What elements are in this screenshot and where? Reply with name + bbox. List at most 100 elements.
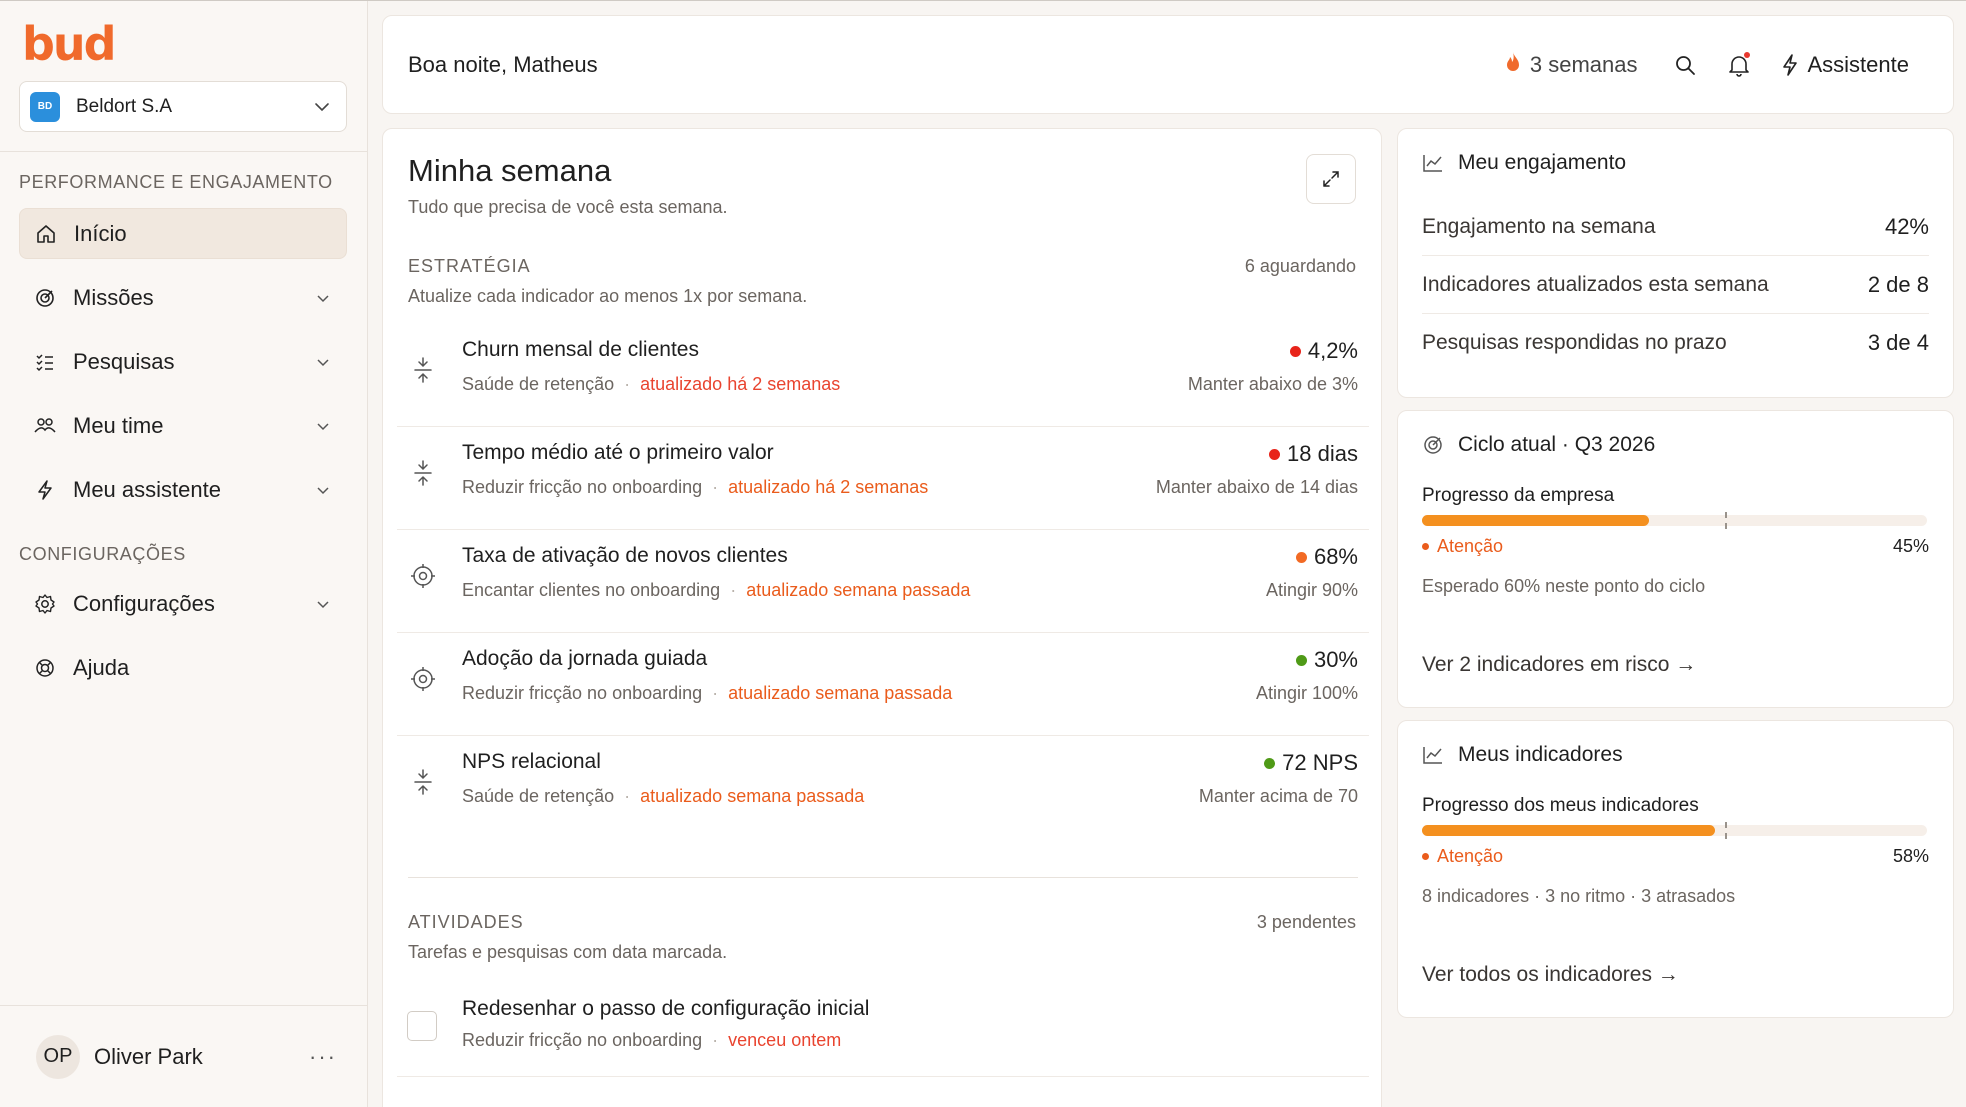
indicator-value: 18 dias — [1269, 441, 1358, 467]
sidebar-item-label: Meu assistente — [73, 476, 221, 502]
section-title-settings: CONFIGURAÇÕES — [19, 544, 186, 564]
bell-icon[interactable] — [1724, 50, 1754, 80]
indicator-row[interactable]: Taxa de ativação de novos clientes Encan… — [397, 530, 1369, 633]
task-checkbox[interactable] — [407, 1011, 437, 1041]
company-status-row: Atenção 45% — [1422, 536, 1929, 557]
indicator-row[interactable]: NPS relacional Saúde de retenção · atualiz… — [397, 736, 1369, 839]
engagement-row: Engajamento na semana 42% — [1422, 198, 1929, 256]
indicator-target: Manter abaixo de 14 dias — [1155, 477, 1358, 497]
task-due: venceu ontem — [728, 1030, 842, 1050]
sidebar-item-meu-time[interactable]: Meu time — [19, 400, 347, 451]
indicator-row[interactable]: Tempo médio até o primeiro valor Reduzir… — [397, 427, 1369, 530]
indicator-value-text: 30% — [1313, 647, 1358, 672]
status-dot — [1289, 345, 1301, 357]
view-at-risk-link[interactable]: Ver 2 indicadores em risco → — [1422, 653, 1696, 677]
status-dot — [1295, 654, 1307, 666]
sidebar-item-label: Meu time — [73, 412, 164, 438]
indicator-row[interactable]: Churn mensal de clientes Saúde de retenç… — [397, 324, 1369, 427]
task-row[interactable]: Redesenhar o passo de configuração inici… — [397, 979, 1369, 1077]
decrease-arrows-icon — [409, 768, 437, 796]
indicator-value: 72 NPS — [1264, 750, 1358, 776]
chart-line-icon — [1423, 155, 1442, 172]
sidebar-item-inicio[interactable]: Início — [19, 208, 347, 259]
sidebar: bud BD Beldort S.A PERFORMANCE E ENGAJAM… — [0, 1, 368, 1107]
engagement-card: Meu engajamento Engajamento na semana 42… — [1397, 128, 1954, 398]
indicator-target: Atingir 100% — [1255, 683, 1358, 703]
strategy-description: Atualize cada indicador ao menos 1x por … — [408, 286, 808, 306]
indicator-updated: atualizado há 2 semanas — [640, 374, 841, 394]
indicators-progress-fill — [1422, 825, 1715, 836]
expected-marker — [1725, 512, 1727, 529]
indicator-meta: Reduzir fricção no onboarding · atualizado… — [462, 477, 929, 497]
my-indicators-card: Meus indicadores Progresso dos meus indi… — [1397, 720, 1954, 1018]
lifebuoy-icon — [33, 656, 57, 680]
sidebar-item-meu-assistente[interactable]: Meu assistente — [19, 464, 347, 515]
status-dot — [1422, 853, 1429, 860]
indicator-context: Encantar clientes no onboarding — [462, 580, 721, 600]
search-icon[interactable] — [1670, 50, 1700, 80]
expand-icon — [1323, 171, 1339, 187]
activities-label: ATIVIDADES — [408, 912, 524, 932]
org-name: Beldort S.A — [76, 95, 173, 117]
strategy-label: ESTRATÉGIA — [408, 256, 531, 276]
cycle-header: Ciclo atual · Q3 2026 — [1422, 433, 1655, 457]
indicator-meta: Encantar clientes no onboarding · atualiza… — [462, 580, 971, 600]
indicator-value-text: 18 dias — [1287, 441, 1358, 466]
expand-button[interactable] — [1306, 154, 1356, 204]
engagement-row: Pesquisas respondidas no prazo 3 de 4 — [1422, 314, 1929, 372]
assistant-button[interactable]: Assistente — [1780, 52, 1909, 78]
cycle-title: Ciclo atual · Q3 2026 — [1458, 433, 1656, 456]
team-icon — [33, 414, 57, 438]
sidebar-item-pesquisas[interactable]: Pesquisas — [19, 336, 347, 387]
indicator-title: Taxa de ativação de novos clientes — [462, 544, 788, 567]
streak-badge[interactable]: 3 semanas — [1504, 51, 1638, 79]
status-badge: Atenção — [1422, 536, 1503, 557]
indicator-value-text: 68% — [1313, 544, 1358, 569]
sidebar-item-configuracoes[interactable]: Configurações — [19, 578, 347, 629]
indicator-title: Churn mensal de clientes — [462, 338, 699, 361]
engagement-row-label: Pesquisas respondidas no prazo — [1422, 331, 1727, 354]
indicator-context: Saúde de retenção — [462, 374, 615, 394]
indicator-row[interactable]: Adoção da jornada guiada Reduzir fricção… — [397, 633, 1369, 736]
engagement-row-value: 2 de 8 — [1867, 271, 1929, 297]
view-all-indicators-link[interactable]: Ver todos os indicadores → — [1422, 963, 1679, 987]
expected-marker — [1725, 822, 1727, 839]
target-icon — [33, 286, 57, 310]
org-selector[interactable]: BD Beldort S.A — [19, 81, 347, 132]
indicators-header: Meus indicadores — [1422, 743, 1623, 767]
indicator-updated: atualizado há 2 semanas — [728, 477, 929, 497]
indicators-progress-bar — [1422, 822, 1927, 839]
my-week-card: Minha semana Tudo que precisa de você es… — [382, 128, 1382, 1107]
current-cycle-card: Ciclo atual · Q3 2026 Progresso da empre… — [1397, 410, 1954, 708]
status-badge: Atenção — [1422, 846, 1503, 867]
indicator-target: Atingir 90% — [1265, 580, 1358, 600]
indicator-meta: Saúde de retenção · atualizado há 2 semana… — [462, 374, 841, 394]
sidebar-item-missoes[interactable]: Missões — [19, 272, 347, 323]
page-title: Minha semana — [408, 153, 612, 188]
sidebar-item-ajuda[interactable]: Ajuda — [19, 642, 347, 693]
indicator-value: 4,2% — [1289, 338, 1358, 364]
engagement-row-value: 42% — [1884, 213, 1929, 239]
chevron-down-icon — [312, 97, 332, 117]
gear-icon — [33, 592, 57, 616]
decrease-arrows-icon — [409, 356, 437, 384]
indicator-context: Saúde de retenção — [462, 786, 615, 806]
chart-line-icon — [1423, 747, 1442, 764]
status-text: Atenção — [1437, 536, 1504, 556]
top-bar: Boa noite, Matheus 3 semanas Assistente — [382, 15, 1954, 114]
sidebar-item-label: Pesquisas — [73, 348, 175, 374]
indicator-title: Tempo médio até o primeiro valor — [462, 441, 774, 464]
company-progress-fill — [1422, 515, 1650, 526]
flame-icon — [1504, 51, 1522, 79]
indicator-updated: atualizado semana passada — [640, 786, 865, 806]
target-icon — [1424, 436, 1442, 454]
indicator-meta: Saúde de retenção · atualizado semana pass… — [462, 786, 865, 806]
status-dot — [1269, 448, 1281, 460]
more-icon[interactable]: ··· — [309, 1044, 337, 1070]
logo[interactable]: bud — [0, 1, 367, 73]
company-progress-bar — [1422, 512, 1927, 529]
chevron-down-icon — [313, 480, 333, 500]
user-profile[interactable]: OP Oliver Park ··· — [0, 1005, 367, 1107]
crosshair-icon — [409, 665, 437, 693]
user-name: Oliver Park — [94, 1043, 203, 1069]
